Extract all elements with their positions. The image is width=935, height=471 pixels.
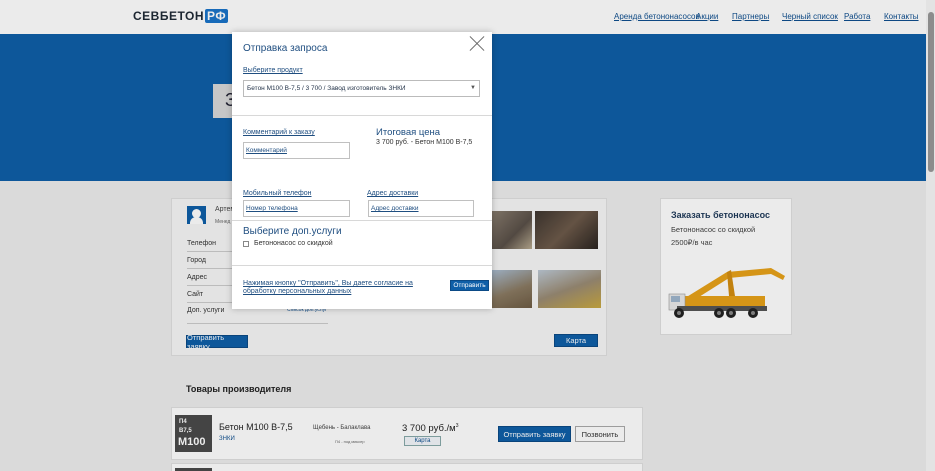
extra-service-option[interactable]: Бетононасос со скидкой [243, 240, 333, 247]
address-field[interactable]: Адрес доставки [368, 200, 474, 217]
total-price-title: Итоговая цена [376, 127, 441, 138]
comment-label: Комментарий к заказу [243, 129, 315, 136]
divider [232, 265, 492, 266]
chevron-down-icon: ▼ [470, 85, 476, 91]
submit-button[interactable]: Отправить [450, 280, 489, 291]
divider [232, 220, 492, 221]
product-select-label: Выберите продукт [243, 67, 303, 74]
extra-services-title: Выберите доп.услуги [243, 226, 342, 237]
product-select[interactable]: Бетон М100 В-7,5 / 3 700 / Завод изготов… [243, 80, 480, 97]
close-icon[interactable] [469, 36, 485, 52]
consent-link[interactable]: Нажимая кнопку "Отправить", Вы даете сог… [243, 280, 443, 296]
phone-label: Мобильный телефон [243, 190, 312, 197]
total-price-value: 3 700 руб. - Бетон М100 В-7,5 [376, 139, 473, 146]
pump-discount-checkbox[interactable] [243, 240, 249, 247]
comment-field[interactable]: Комментарий [243, 142, 350, 159]
modal-title: Отправка запроса [243, 43, 328, 54]
product-select-value: Бетон М100 В-7,5 / 3 700 / Завод изготов… [247, 85, 406, 92]
pump-discount-label[interactable]: Бетононасос со скидкой [254, 240, 333, 247]
request-modal: Отправка запроса Выберите продукт Бетон … [232, 32, 492, 309]
scrollbar-thumb[interactable] [928, 12, 934, 172]
divider [232, 115, 492, 116]
address-label: Адрес доставки [367, 190, 419, 197]
phone-field[interactable]: Номер телефона [243, 200, 350, 217]
